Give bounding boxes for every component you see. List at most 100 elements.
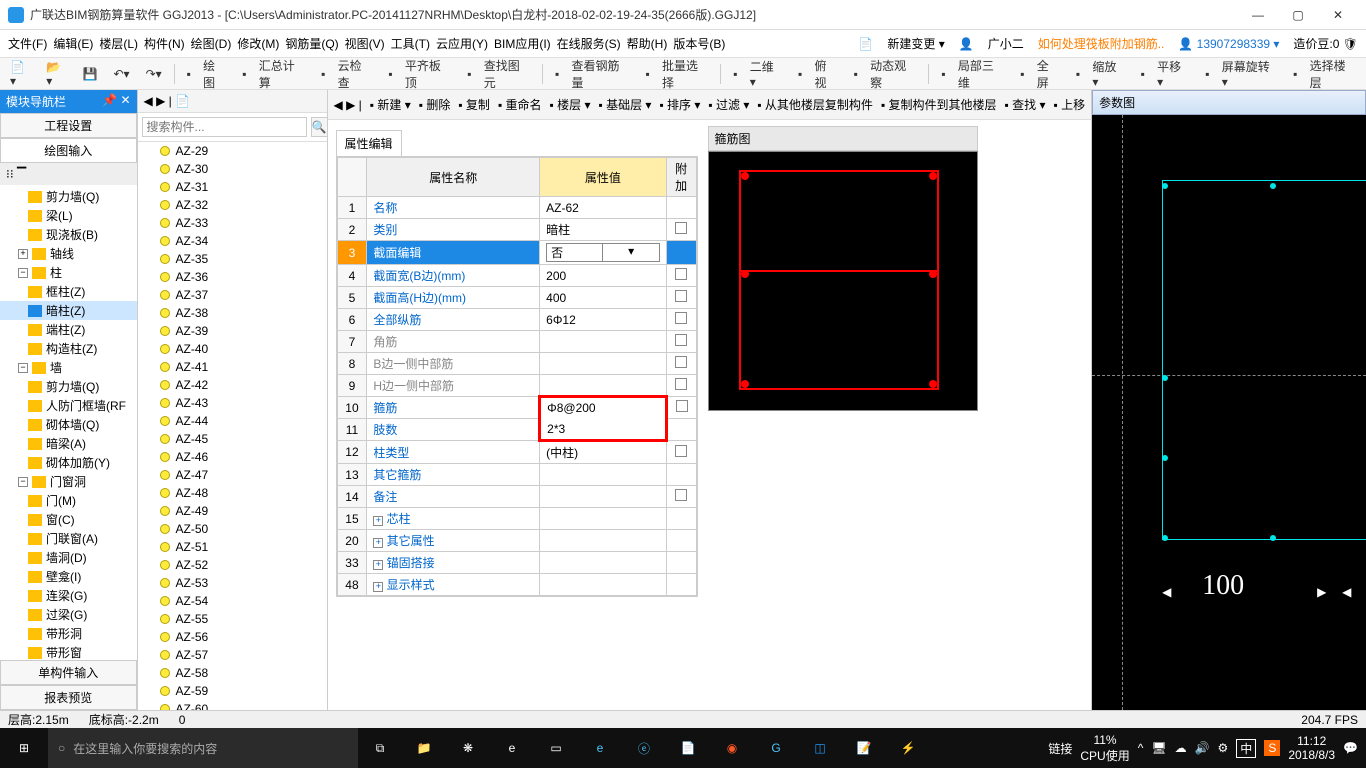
prop-value[interactable]: (中柱) <box>540 441 667 464</box>
toolbar-btn[interactable]: ▪平移 ▾ <box>1137 56 1194 91</box>
prop-value[interactable]: 暗柱 <box>540 219 667 241</box>
taskbar-app-icon[interactable]: ◉ <box>710 728 754 768</box>
toolbar-btn[interactable]: ▪缩放 ▾ <box>1072 56 1129 91</box>
ctoolbar-btn[interactable]: ▪ 新建 ▾ <box>370 96 411 113</box>
tray-ime[interactable]: 中 <box>1236 739 1256 758</box>
tab-property-edit[interactable]: 属性编辑 <box>336 130 402 156</box>
section-draw-input[interactable]: 绘图输入 <box>0 138 137 163</box>
toolbar-btn[interactable]: ▪批量选择 <box>641 55 712 93</box>
prop-value[interactable] <box>540 375 667 397</box>
tray-icon[interactable]: ☁ <box>1175 741 1187 755</box>
prop-extra-check[interactable] <box>666 219 696 241</box>
component-item[interactable]: AZ-34 <box>138 232 327 250</box>
component-item[interactable]: AZ-36 <box>138 268 327 286</box>
menu-item[interactable]: 版本号(B) <box>673 35 725 52</box>
tree-item[interactable]: 剪力墙(Q) <box>0 377 137 396</box>
ctoolbar-btn[interactable]: ▪ 删除 <box>419 96 451 113</box>
component-item[interactable]: AZ-51 <box>138 538 327 556</box>
component-item[interactable]: AZ-47 <box>138 466 327 484</box>
tree-item[interactable]: −墙 <box>0 358 137 377</box>
tray-date[interactable]: 2018/8/3 <box>1288 748 1335 762</box>
search-input[interactable] <box>142 117 307 137</box>
menu-item[interactable]: 绘图(D) <box>191 35 232 52</box>
menu-item[interactable]: 楼层(L) <box>99 35 138 52</box>
component-item[interactable]: AZ-41 <box>138 358 327 376</box>
tree-item[interactable]: 门联窗(A) <box>0 529 137 548</box>
component-item[interactable]: AZ-35 <box>138 250 327 268</box>
prop-value[interactable]: 6Φ12 <box>540 309 667 331</box>
tree-item[interactable]: 墙洞(D) <box>0 548 137 567</box>
tb-new-icon[interactable]: 📄▾ <box>6 58 34 90</box>
pin-icon[interactable]: 📌 ✕ <box>102 93 130 110</box>
prop-extra-check[interactable] <box>666 486 696 508</box>
component-item[interactable]: AZ-56 <box>138 628 327 646</box>
section-report-preview[interactable]: 报表预览 <box>0 685 137 710</box>
menu-item[interactable]: 构件(N) <box>144 35 185 52</box>
toolbar-btn[interactable]: ▪绘图 <box>183 55 231 93</box>
component-item[interactable]: AZ-53 <box>138 574 327 592</box>
ctoolbar-btn[interactable]: ▪ 基础层 ▾ <box>598 96 651 113</box>
tree-item[interactable]: 构造柱(Z) <box>0 339 137 358</box>
menu-item[interactable]: 钢筋量(Q) <box>285 35 338 52</box>
prop-value[interactable] <box>540 530 667 552</box>
prop-value[interactable]: 200 <box>540 265 667 287</box>
tree-item[interactable]: −门窗洞 <box>0 472 137 491</box>
tree-item[interactable]: 框柱(Z) <box>0 282 137 301</box>
component-item[interactable]: AZ-49 <box>138 502 327 520</box>
tree-item[interactable]: −柱 <box>0 263 137 282</box>
tray-time[interactable]: 11:12 <box>1288 734 1335 748</box>
prop-extra-check[interactable] <box>666 265 696 287</box>
toolbar-btn[interactable]: ▪云检查 <box>317 55 376 93</box>
ctoolbar-btn[interactable]: ▪ 复制构件到其他楼层 <box>881 96 997 113</box>
taskbar-app-icon[interactable]: G <box>754 728 798 768</box>
menu-item[interactable]: BIM应用(I) <box>494 35 551 52</box>
component-item[interactable]: AZ-48 <box>138 484 327 502</box>
component-item[interactable]: AZ-33 <box>138 214 327 232</box>
menu-item[interactable]: 云应用(Y) <box>436 35 488 52</box>
menu-new-change[interactable]: 新建变更 ▾ <box>887 35 944 52</box>
prop-value[interactable] <box>540 552 667 574</box>
tree-item[interactable]: 梁(L) <box>0 206 137 225</box>
component-item[interactable]: AZ-40 <box>138 340 327 358</box>
component-item[interactable]: AZ-32 <box>138 196 327 214</box>
taskbar-app-icon[interactable]: ❋ <box>446 728 490 768</box>
tree-item[interactable]: 剪力墙(Q) <box>0 187 137 206</box>
menu-item[interactable]: 在线服务(S) <box>557 35 621 52</box>
prop-extra-check[interactable] <box>666 441 696 464</box>
tree-item[interactable]: 现浇板(B) <box>0 225 137 244</box>
search-button[interactable]: 🔍 <box>311 117 328 137</box>
ct-nav[interactable]: ◀ ▶ | <box>334 98 362 112</box>
component-item[interactable]: AZ-38 <box>138 304 327 322</box>
ctoolbar-btn[interactable]: ▪ 重命名 <box>498 96 542 113</box>
prop-extra-check[interactable] <box>666 574 696 596</box>
prop-extra-check[interactable] <box>666 419 696 441</box>
prop-value[interactable] <box>540 486 667 508</box>
component-item[interactable]: AZ-60 <box>138 700 327 710</box>
toolbar-btn[interactable]: ▪局部三维 <box>937 55 1008 93</box>
tree-item[interactable]: 连梁(G) <box>0 586 137 605</box>
section-single-input[interactable]: 单构件输入 <box>0 660 137 685</box>
prop-value[interactable] <box>540 353 667 375</box>
tree-item[interactable]: 壁龛(I) <box>0 567 137 586</box>
prop-value[interactable] <box>540 331 667 353</box>
prop-extra-check[interactable] <box>666 287 696 309</box>
component-item[interactable]: AZ-44 <box>138 412 327 430</box>
prop-extra-check[interactable] <box>666 309 696 331</box>
close-button[interactable]: ✕ <box>1318 0 1358 30</box>
component-item[interactable]: AZ-31 <box>138 178 327 196</box>
task-view-icon[interactable]: ⧉ <box>358 728 402 768</box>
ctoolbar-btn[interactable]: ▪ 复制 <box>458 96 490 113</box>
prop-value[interactable]: Φ8@200 <box>540 397 667 419</box>
component-item[interactable]: AZ-39 <box>138 322 327 340</box>
ctoolbar-btn[interactable]: ▪ 过滤 ▾ <box>708 96 749 113</box>
taskbar-edge-icon[interactable]: e <box>490 728 534 768</box>
taskbar-app-icon[interactable]: ▭ <box>534 728 578 768</box>
component-item[interactable]: AZ-30 <box>138 160 327 178</box>
tree-item[interactable]: 砌体加筋(Y) <box>0 453 137 472</box>
menu-item[interactable]: 修改(M) <box>237 35 279 52</box>
prop-extra-check[interactable] <box>666 353 696 375</box>
component-item[interactable]: AZ-58 <box>138 664 327 682</box>
ctoolbar-btn[interactable]: ▪ 上移 <box>1053 96 1085 113</box>
prop-extra-check[interactable] <box>666 552 696 574</box>
component-item[interactable]: AZ-52 <box>138 556 327 574</box>
